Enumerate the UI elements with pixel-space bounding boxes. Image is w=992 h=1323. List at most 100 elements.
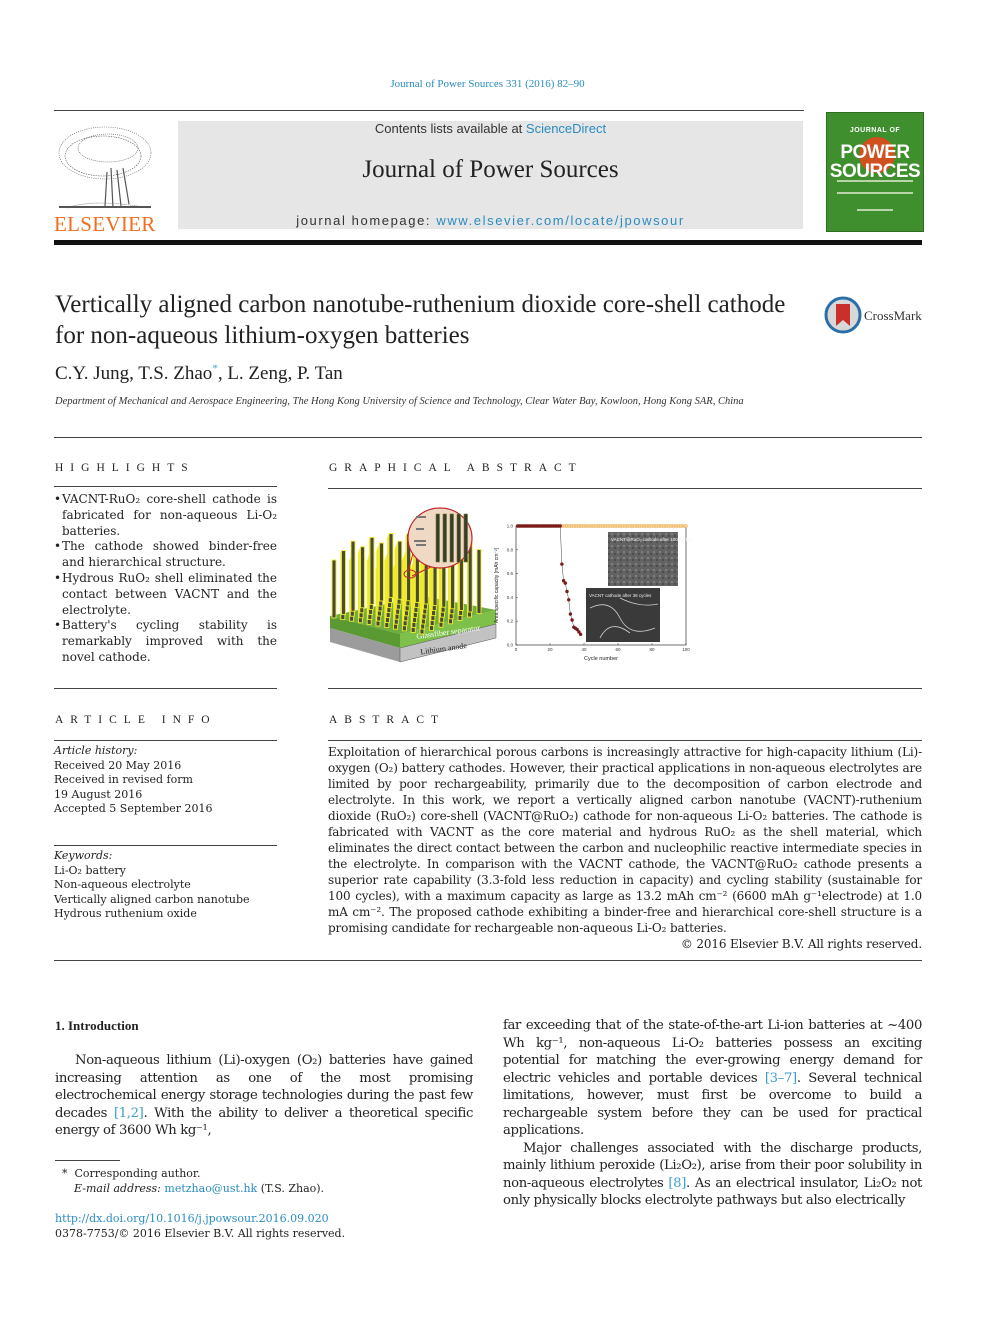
keyword-item: Hydrous ruthenium oxide [54, 907, 197, 920]
inset-nanotube [449, 513, 454, 563]
nanotube [331, 559, 337, 619]
cover-editor-line [857, 209, 893, 217]
paragraph: far exceeding that of the state-of-the-a… [503, 1017, 922, 1140]
top-divider [54, 110, 804, 111]
email-link[interactable]: metzhao@ust.hk [164, 1182, 257, 1195]
journal-reference-link[interactable]: Journal of Power Sources 331 (2016) 82–9… [390, 78, 584, 90]
keyword-item: Li-O₂ battery [54, 863, 126, 877]
doi-block: http://dx.doi.org/10.1016/j.jpowsour.201… [55, 1211, 345, 1241]
header-thick-divider [54, 240, 922, 245]
citation-link[interactable]: [8] [668, 1176, 686, 1191]
sciencedirect-link[interactable]: ScienceDirect [526, 121, 606, 136]
journal-title: Journal of Power Sources [362, 156, 619, 183]
series-line-vacnt [517, 525, 581, 635]
homepage-link[interactable]: www.elsevier.com/locate/jpowsour [436, 213, 684, 228]
issn-copyright: 0378-7753/© 2016 Elsevier B.V. All right… [55, 1227, 346, 1240]
history-received: Received 20 May 2016 [54, 758, 182, 772]
highlight-item: Hydrous RuO₂ shell eliminated the contac… [54, 571, 277, 618]
graphical-abstract-divider [328, 488, 922, 489]
highlight-item: Battery's cycling stability is remarkabl… [54, 618, 277, 665]
data-point-vacnt [570, 618, 574, 622]
body-column-left: Non-aqueous lithium (Li)-oxygen (O₂) bat… [55, 1052, 473, 1140]
abstract-heading: ABSTRACT [329, 714, 446, 726]
y-tick-label: 0.0 [507, 643, 514, 648]
affiliation: Department of Mechanical and Aerospace E… [55, 396, 744, 407]
authors-part-1: C.Y. Jung, T.S. Zhao [55, 363, 213, 384]
highlights-list: VACNT-RuO₂ core-shell cathode is fabrica… [54, 492, 277, 666]
data-point-vacnt-ruo2 [684, 524, 688, 528]
y-tick-label: 0.6 [507, 571, 514, 576]
corresponding-author-footnote: * Corresponding author. E-mail address: … [62, 1166, 324, 1196]
paragraph: Non-aqueous lithium (Li)-oxygen (O₂) bat… [55, 1052, 473, 1140]
highlights-bottom-divider [54, 688, 277, 689]
body-column-right: far exceeding that of the state-of-the-a… [503, 1017, 922, 1210]
keyword-item: Vertically aligned carbon nanotube [54, 892, 250, 906]
abstract-body: Exploitation of hierarchical porous carb… [328, 744, 922, 952]
citation-link[interactable]: [1,2] [114, 1106, 144, 1121]
sem-inset-top-label: VACNT@RuO₂ cathode after 100 cycles [611, 537, 692, 542]
crossmark-label: CrossMark [864, 308, 922, 323]
article-info-heading: ARTICLE INFO [55, 714, 217, 726]
history-revised-date: 19 August 2016 [54, 787, 143, 801]
graphical-abstract-heading: GRAPHICAL ABSTRACT [329, 462, 583, 474]
highlights-divider [54, 486, 277, 487]
sem-inset-vacnt: VACNT cathode after 38 cycles [586, 588, 660, 642]
inset-nanotube [463, 513, 468, 563]
footnote-mark: * [62, 1167, 68, 1180]
nanotube [397, 540, 403, 600]
sem-inset-bottom-label: VACNT cathode after 38 cycles [589, 593, 652, 598]
y-tick-label: 0.8 [507, 547, 514, 552]
cover-title-line-1: POWER [840, 142, 910, 163]
cathode-structure-diagram: Glassfiber separator Lithium anode [330, 507, 497, 663]
doi-link[interactable]: http://dx.doi.org/10.1016/j.jpowsour.201… [55, 1212, 329, 1225]
email-label: E-mail address: [74, 1182, 161, 1195]
x-tick-label: 100 [682, 647, 690, 652]
history-revised: Received in revised form [54, 773, 193, 786]
email-suffix: (T.S. Zhao). [257, 1182, 325, 1195]
keywords-divider [54, 845, 277, 846]
data-point-vacnt [560, 562, 564, 566]
sem-inset-vacnt-ruo2: VACNT@RuO₂ cathode after 100 cycles [608, 532, 692, 586]
keyword-item: Non-aqueous electrolyte [54, 878, 191, 891]
paragraph: Major challenges associated with the dis… [503, 1140, 922, 1210]
title-divider [54, 437, 922, 438]
cover-title-line-2: SOURCES [829, 161, 921, 182]
data-point-vacnt [565, 589, 569, 594]
highlight-item: The cathode showed binder-free and hiera… [54, 539, 277, 571]
article-info-divider [54, 740, 277, 741]
footnote-corresponding: Corresponding author. [74, 1167, 201, 1180]
keywords-label: Keywords: [54, 849, 113, 862]
crossmark-button[interactable]: CrossMark [824, 296, 924, 336]
data-point-vacnt [563, 581, 567, 585]
front-matter-divider [54, 960, 922, 961]
data-point-vacnt [578, 632, 583, 636]
journal-cover-image[interactable]: JOURNAL OF POWER SOURCES [826, 112, 924, 232]
y-tick-label: 0.4 [507, 595, 514, 600]
x-tick-label: 60 [615, 647, 621, 652]
x-tick-label: 0 [515, 647, 518, 652]
y-tick-label: 1.0 [507, 524, 514, 529]
inset-nanotube [442, 513, 447, 563]
article-title: Vertically aligned carbon nanotube-ruthe… [55, 291, 786, 349]
nanotube [350, 540, 356, 612]
article-history: Article history: Received 20 May 2016 Re… [54, 744, 277, 817]
nanotube [476, 549, 482, 615]
journal-reference: Journal of Power Sources 331 (2016) 82–9… [0, 78, 975, 90]
x-tick-label: 40 [581, 647, 587, 652]
history-accepted: Accepted 5 September 2016 [54, 802, 213, 815]
data-point-vacnt [558, 524, 562, 528]
y-axis-label: Area specific capacity [mAh cm⁻²] [494, 547, 500, 623]
authors-part-2: , L. Zeng, P. Tan [217, 363, 343, 384]
nanotube [341, 550, 346, 616]
footnote-divider [55, 1160, 120, 1161]
article-history-label: Article history: [54, 744, 138, 757]
abstract-divider [328, 740, 922, 741]
homepage-prefix: journal homepage: [296, 213, 437, 228]
abstract-text: Exploitation of hierarchical porous carb… [328, 745, 922, 935]
highlight-item: VACNT-RuO₂ core-shell cathode is fabrica… [54, 492, 277, 539]
homepage-line: journal homepage: www.elsevier.com/locat… [178, 213, 803, 228]
nanotube [369, 536, 375, 605]
graphical-abstract-bottom-divider [328, 688, 922, 689]
citation-link[interactable]: [3–7] [765, 1071, 797, 1086]
highlights-heading: HIGHLIGHTS [55, 462, 195, 474]
